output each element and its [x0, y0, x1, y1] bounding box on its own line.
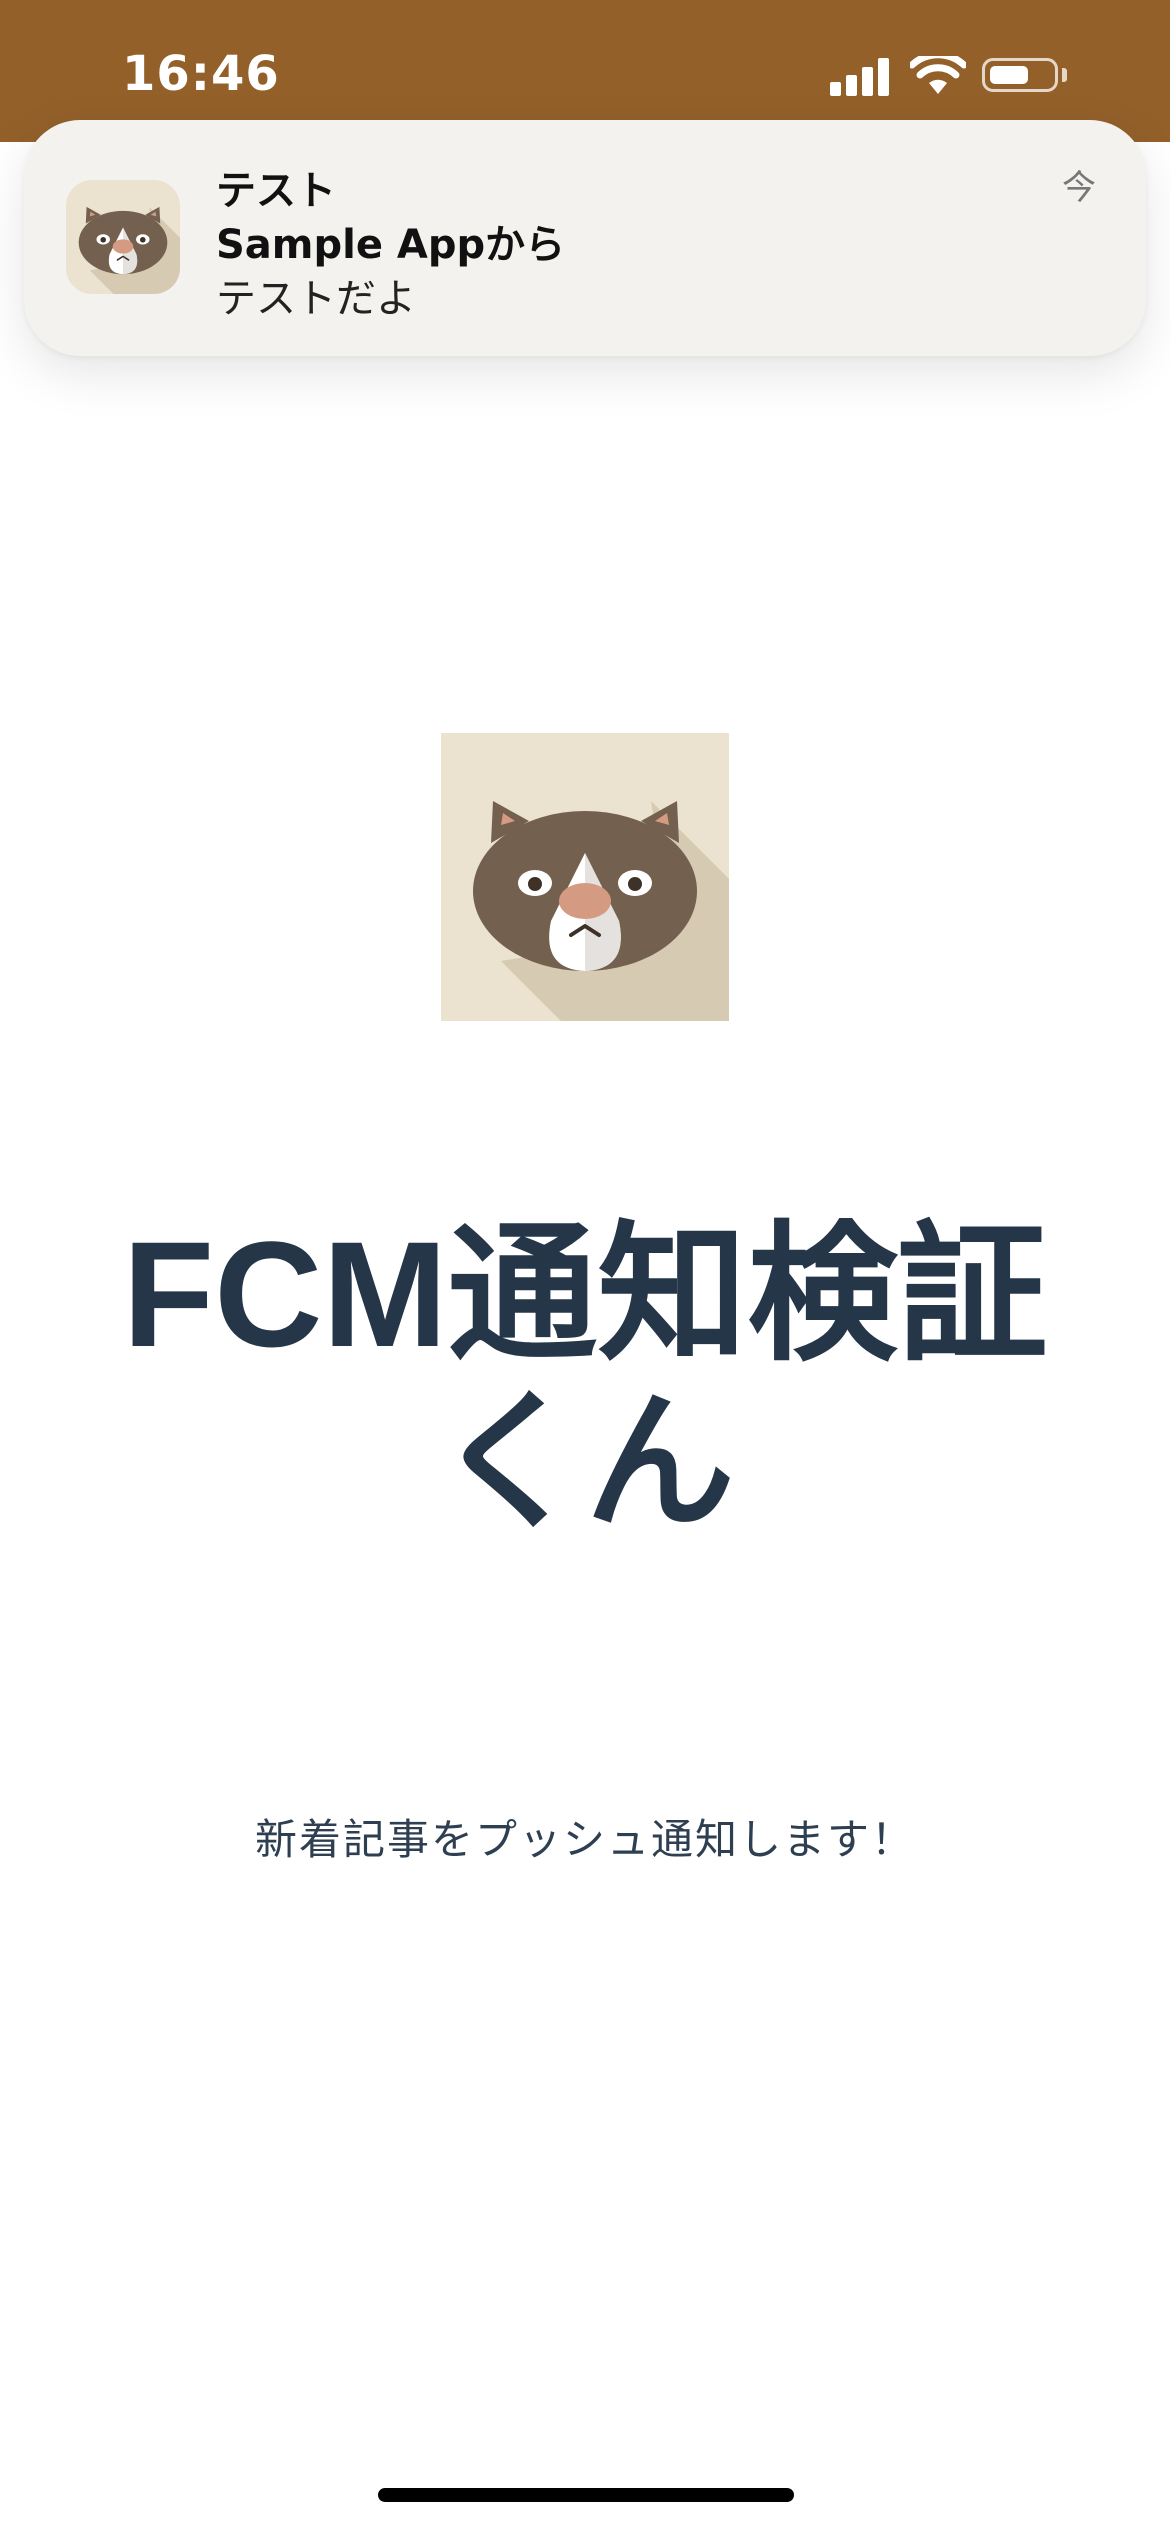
cat-face-icon — [441, 733, 729, 1021]
page-title: FCM通知検証くん — [122, 1210, 1048, 1546]
cat-face-icon — [66, 180, 180, 294]
app-logo — [441, 733, 729, 1021]
push-notification-banner[interactable]: テスト Sample Appから テストだよ 今 — [24, 120, 1146, 356]
battery-icon — [982, 58, 1058, 92]
wifi-icon — [908, 51, 968, 96]
cellular-signal-icon — [830, 56, 890, 96]
notification-time: 今 — [1062, 168, 1096, 208]
status-time: 16:46 — [122, 46, 280, 102]
notification-source: Sample Appから — [216, 222, 566, 268]
notification-body: テストだよ — [216, 276, 416, 322]
page-subtitle: 新着記事をプッシュ通知します！ — [254, 1815, 915, 1864]
status-icons — [830, 51, 1090, 96]
notification-title: テスト — [216, 168, 336, 214]
home-indicator[interactable] — [378, 2488, 794, 2502]
